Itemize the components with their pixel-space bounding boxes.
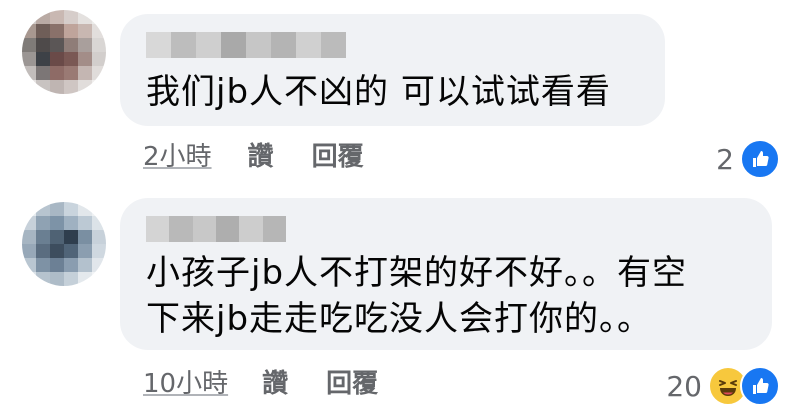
comment-text-line: 小孩子jb人不打架的好不好。。有空 — [146, 253, 688, 293]
reply-button[interactable]: 回覆 — [326, 363, 378, 400]
comment-text-line: 我们jb人不凶的 可以试试看看 — [146, 72, 611, 112]
author-name-blurred[interactable] — [146, 32, 346, 58]
comment-actions: 10小時 讚 回覆 — [143, 363, 416, 400]
comment-actions: 2小時 讚 回覆 — [143, 136, 402, 173]
avatar[interactable] — [22, 202, 106, 286]
comment: 我们jb人不凶的 可以试试看看 2小時 讚 回覆 2 — [0, 0, 800, 190]
reply-button[interactable]: 回覆 — [312, 136, 364, 173]
reaction-count: 20 — [666, 369, 702, 403]
reaction-summary[interactable]: 2 — [716, 139, 780, 179]
reaction-summary[interactable]: 20 — [666, 366, 780, 406]
like-button[interactable]: 讚 — [248, 136, 274, 173]
comment-text-line: 下来jb走走吃吃没人会打你的。。 — [146, 299, 653, 339]
comment-bubble: 我们jb人不凶的 可以试试看看 — [120, 14, 665, 126]
timestamp-link[interactable]: 2小時 — [143, 136, 212, 173]
comment: 小孩子jb人不打架的好不好。。有空 下来jb走走吃吃没人会打你的。。 10小時 … — [0, 190, 800, 415]
author-name-blurred[interactable] — [146, 216, 286, 242]
comment-text: 小孩子jb人不打架的好不好。。有空 下来jb走走吃吃没人会打你的。。 — [146, 250, 752, 342]
reaction-count: 2 — [716, 142, 734, 176]
comment-text: 我们jb人不凶的 可以试试看看 — [146, 69, 645, 115]
comment-bubble: 小孩子jb人不打架的好不好。。有空 下来jb走走吃吃没人会打你的。。 — [120, 198, 772, 350]
like-button[interactable]: 讚 — [262, 363, 288, 400]
like-icon — [740, 366, 780, 406]
like-icon — [740, 139, 780, 179]
avatar[interactable] — [22, 10, 106, 94]
timestamp-link[interactable]: 10小時 — [143, 363, 228, 400]
